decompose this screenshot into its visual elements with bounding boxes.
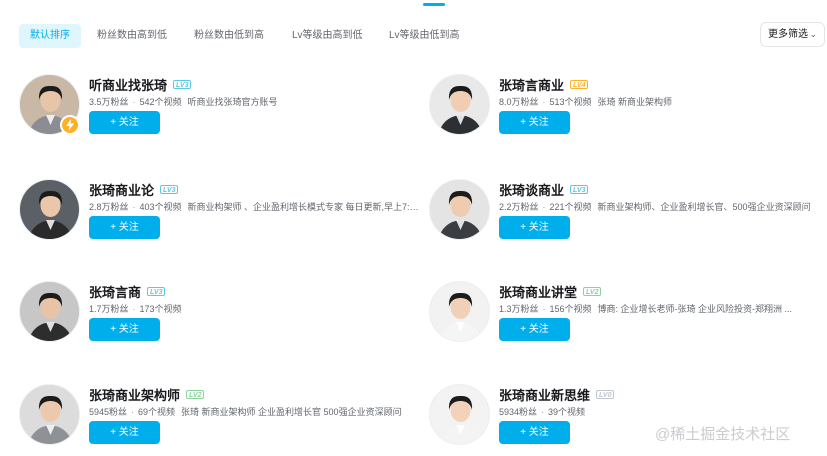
- lightning-icon: [60, 115, 80, 135]
- name-row: 听商业找张琦 LV3: [89, 75, 192, 93]
- video-count: 39个视频: [548, 407, 586, 417]
- sort-tab-fans-desc[interactable]: 粉丝数由高到低: [86, 24, 178, 48]
- user-name[interactable]: 张琦商业讲堂: [499, 285, 577, 300]
- video-count: 513个视频: [549, 97, 592, 107]
- video-count: 221个视频: [549, 202, 592, 212]
- user-name[interactable]: 张琦商业论: [89, 183, 154, 198]
- user-name[interactable]: 张琦商业架构师: [89, 388, 180, 403]
- video-count: 542个视频: [139, 97, 182, 107]
- user-card: 张琦商业论 LV3 2.8万粉丝 · 403个视频 新商业构架师 、企业盈利增长模式专家 …: [19, 179, 419, 245]
- fans-count: 5934粉丝: [499, 407, 538, 417]
- sort-bar: 默认排序 粉丝数由高到低 粉丝数由低到高 Lv等级由高到低 Lv等级由低到高: [19, 24, 827, 48]
- follow-button[interactable]: + 关注: [89, 216, 160, 239]
- avatar[interactable]: [429, 384, 490, 445]
- separator-dot: ·: [131, 407, 135, 417]
- user-stats: 5945粉丝 · 69个视频 张琦 新商业架构师 企业盈利增长官 500强企业资深顾问: [89, 406, 419, 418]
- fans-count: 3.5万粉丝: [89, 97, 129, 107]
- level-badge: LV3: [147, 287, 166, 296]
- separator-dot: ·: [541, 407, 545, 417]
- separator-dot: ·: [132, 304, 136, 314]
- follow-button[interactable]: + 关注: [89, 318, 160, 341]
- user-card: 张琦言商 LV3 1.7万粉丝 · 173个视频 + 关注: [19, 281, 419, 347]
- video-count: 403个视频: [139, 202, 182, 212]
- sort-tab-level-asc[interactable]: Lv等级由低到高: [378, 24, 471, 48]
- video-count: 69个视频: [138, 407, 176, 417]
- sort-tab-fans-asc[interactable]: 粉丝数由低到高: [183, 24, 275, 48]
- more-filter-button[interactable]: 更多筛选 ⌄: [760, 22, 825, 47]
- level-badge: LV2: [186, 390, 205, 399]
- fans-count: 1.7万粉丝: [89, 304, 129, 314]
- fans-count: 2.8万粉丝: [89, 202, 129, 212]
- separator-dot: ·: [132, 202, 136, 212]
- follow-button[interactable]: + 关注: [499, 111, 570, 134]
- user-stats: 1.7万粉丝 · 173个视频: [89, 303, 419, 315]
- avatar[interactable]: [429, 179, 490, 240]
- user-card: 张琦商业讲堂 LV2 1.3万粉丝 · 156个视频 博商: 企业增长老师-张琦 企业风险…: [429, 281, 827, 347]
- avatar[interactable]: [429, 74, 490, 135]
- user-stats: 2.2万粉丝 · 221个视频 新商业架构师、企业盈利增长官、500强企业资深顾问: [499, 201, 827, 213]
- video-count: 173个视频: [139, 304, 182, 314]
- user-card: 张琦言商业 LV4 8.0万粉丝 · 513个视频 张琦 新商业架构师 + 关注: [429, 74, 827, 140]
- name-row: 张琦商业讲堂 LV2: [499, 282, 602, 300]
- follow-button[interactable]: + 关注: [89, 111, 160, 134]
- name-row: 张琦言商业 LV4: [499, 75, 589, 93]
- user-name[interactable]: 张琦言商: [89, 285, 141, 300]
- fans-count: 5945粉丝: [89, 407, 128, 417]
- avatar[interactable]: [19, 281, 80, 342]
- user-stats: 1.3万粉丝 · 156个视频 博商: 企业增长老师-张琦 企业风险投资-郑翔洲 ..…: [499, 303, 827, 315]
- name-row: 张琦谈商业 LV3: [499, 180, 589, 198]
- user-card: 听商业找张琦 LV3 3.5万粉丝 · 542个视频 听商业找张琦官方账号 + 关注: [19, 74, 419, 140]
- user-name[interactable]: 张琦言商业: [499, 78, 564, 93]
- level-badge: LV4: [570, 80, 589, 89]
- separator-dot: ·: [542, 304, 546, 314]
- user-stats: 3.5万粉丝 · 542个视频 听商业找张琦官方账号: [89, 96, 419, 108]
- level-badge: LV3: [570, 185, 589, 194]
- chevron-down-icon: ⌄: [809, 29, 817, 39]
- name-row: 张琦商业新思维 LV0: [499, 385, 615, 403]
- name-row: 张琦商业论 LV3: [89, 180, 179, 198]
- user-signature: 听商业找张琦官方账号: [187, 97, 278, 107]
- user-signature: 博商: 企业增长老师-张琦 企业风险投资-郑翔洲 ...: [597, 304, 793, 314]
- avatar[interactable]: [19, 179, 80, 240]
- follow-button[interactable]: + 关注: [499, 318, 570, 341]
- level-badge: LV3: [160, 185, 179, 194]
- user-card: 张琦商业架构师 LV2 5945粉丝 · 69个视频 张琦 新商业架构师 企业盈利增长官 …: [19, 384, 419, 450]
- user-stats: 2.8万粉丝 · 403个视频 新商业构架师 、企业盈利增长模式专家 每日更新,早上7…: [89, 201, 419, 213]
- sort-tab-default[interactable]: 默认排序: [19, 24, 81, 48]
- watermark: @稀土掘金技术社区: [655, 426, 791, 443]
- follow-button[interactable]: + 关注: [89, 421, 160, 444]
- follow-button[interactable]: + 关注: [499, 216, 570, 239]
- fans-count: 2.2万粉丝: [499, 202, 539, 212]
- user-name[interactable]: 听商业找张琦: [89, 78, 167, 93]
- user-signature: 新商业架构师、企业盈利增长官、500强企业资深顾问: [597, 202, 811, 212]
- separator-dot: ·: [542, 202, 546, 212]
- name-row: 张琦商业架构师 LV2: [89, 385, 205, 403]
- user-name[interactable]: 张琦谈商业: [499, 183, 564, 198]
- user-card: 张琦谈商业 LV3 2.2万粉丝 · 221个视频 新商业架构师、企业盈利增长官、500强…: [429, 179, 827, 245]
- separator-dot: ·: [132, 97, 136, 107]
- follow-button[interactable]: + 关注: [499, 421, 570, 444]
- name-row: 张琦言商 LV3: [89, 282, 166, 300]
- avatar[interactable]: [429, 281, 490, 342]
- user-signature: 张琦 新商业架构师: [597, 97, 673, 107]
- level-badge: LV2: [583, 287, 602, 296]
- user-name[interactable]: 张琦商业新思维: [499, 388, 590, 403]
- avatar[interactable]: [19, 384, 80, 445]
- user-signature: 张琦 新商业架构师 企业盈利增长官 500强企业资深顾问: [181, 407, 402, 417]
- level-badge: LV0: [596, 390, 615, 399]
- separator-dot: ·: [542, 97, 546, 107]
- level-badge: LV3: [173, 80, 192, 89]
- user-stats: 5934粉丝 · 39个视频: [499, 406, 827, 418]
- fans-count: 8.0万粉丝: [499, 97, 539, 107]
- user-stats: 8.0万粉丝 · 513个视频 张琦 新商业架构师: [499, 96, 827, 108]
- video-count: 156个视频: [549, 304, 592, 314]
- sort-tab-level-desc[interactable]: Lv等级由高到低: [281, 24, 374, 48]
- more-filter-label: 更多筛选: [768, 29, 808, 40]
- user-signature: 新商业构架师 、企业盈利增长模式专家 每日更新,早上7:30直播间见: [187, 202, 419, 212]
- fans-count: 1.3万粉丝: [499, 304, 539, 314]
- top-tab-indicator: [423, 3, 445, 6]
